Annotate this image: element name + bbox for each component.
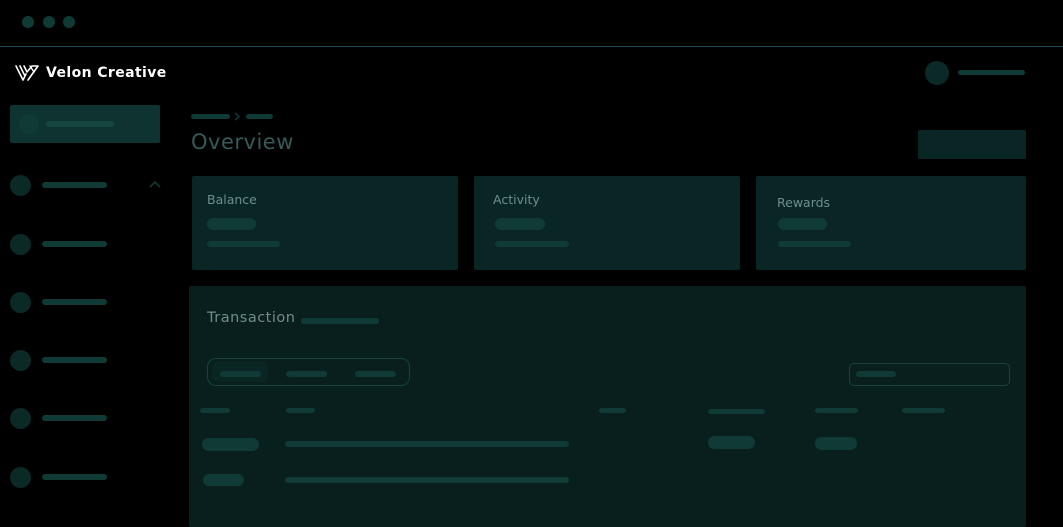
chevron-up-icon[interactable] <box>149 180 161 188</box>
transaction-title: Transaction <box>207 310 296 326</box>
table-header-cell[interactable] <box>815 408 858 413</box>
tab-label[interactable] <box>220 371 261 377</box>
card-subtext-placeholder <box>778 241 851 247</box>
chevron-right-icon <box>234 112 240 121</box>
table-cell-badge <box>203 474 244 486</box>
table-header-cell[interactable] <box>708 409 765 414</box>
sidebar-item-label[interactable] <box>42 241 107 247</box>
card-value-placeholder <box>495 218 545 230</box>
table-cell-badge <box>815 437 857 450</box>
sidebar-item-label <box>46 121 114 127</box>
sidebar-item-label[interactable] <box>42 415 107 421</box>
tab-label[interactable] <box>355 371 396 377</box>
tab-label[interactable] <box>286 371 327 377</box>
table-header-cell[interactable] <box>902 408 945 413</box>
activity-card: Activity <box>474 176 740 270</box>
sidebar-item-icon <box>19 114 39 134</box>
sidebar-item-label[interactable] <box>42 357 107 363</box>
table-cell-text <box>285 477 569 483</box>
page-title: Overview <box>191 130 294 154</box>
window-minimize-button[interactable] <box>43 16 55 28</box>
transaction-count-placeholder <box>301 318 379 324</box>
breadcrumb-item[interactable] <box>191 114 230 119</box>
sidebar-item-label[interactable] <box>42 299 107 305</box>
sidebar-item-icon <box>10 408 31 429</box>
card-subtext-placeholder <box>207 241 280 247</box>
table-header-cell[interactable] <box>200 408 230 413</box>
sidebar-item-icon <box>10 292 31 313</box>
sidebar-item-icon <box>10 175 31 196</box>
sidebar-item-icon <box>10 350 31 371</box>
sidebar-item-icon <box>10 234 31 255</box>
brand-logo[interactable]: Velon Creative <box>14 61 167 85</box>
card-label: Rewards <box>777 195 831 210</box>
window-maximize-button[interactable] <box>63 16 75 28</box>
sidebar-item-label[interactable] <box>42 182 107 188</box>
table-cell-badge <box>708 436 755 449</box>
user-avatar[interactable] <box>925 61 949 85</box>
table-cell-text <box>285 441 569 447</box>
window-close-button[interactable] <box>22 16 34 28</box>
card-label: Balance <box>207 192 257 207</box>
velon-logo-icon <box>15 65 39 81</box>
table-header-cell[interactable] <box>599 408 626 413</box>
user-name-placeholder[interactable] <box>958 70 1025 75</box>
brand-name: Velon Creative <box>46 65 167 81</box>
card-subtext-placeholder <box>495 241 569 247</box>
search-placeholder <box>856 371 896 377</box>
table-header-cell[interactable] <box>286 408 315 413</box>
primary-action-button[interactable] <box>918 130 1026 159</box>
window-title-bar <box>0 0 1063 47</box>
card-value-placeholder <box>778 218 827 230</box>
rewards-card: Rewards <box>756 176 1026 270</box>
sidebar-item-label[interactable] <box>42 474 107 480</box>
table-cell-badge <box>202 438 259 451</box>
card-value-placeholder <box>207 218 256 230</box>
breadcrumb-item[interactable] <box>246 114 273 119</box>
sidebar-item-icon <box>10 467 31 488</box>
card-label: Activity <box>493 192 540 207</box>
balance-card: Balance <box>192 176 458 270</box>
